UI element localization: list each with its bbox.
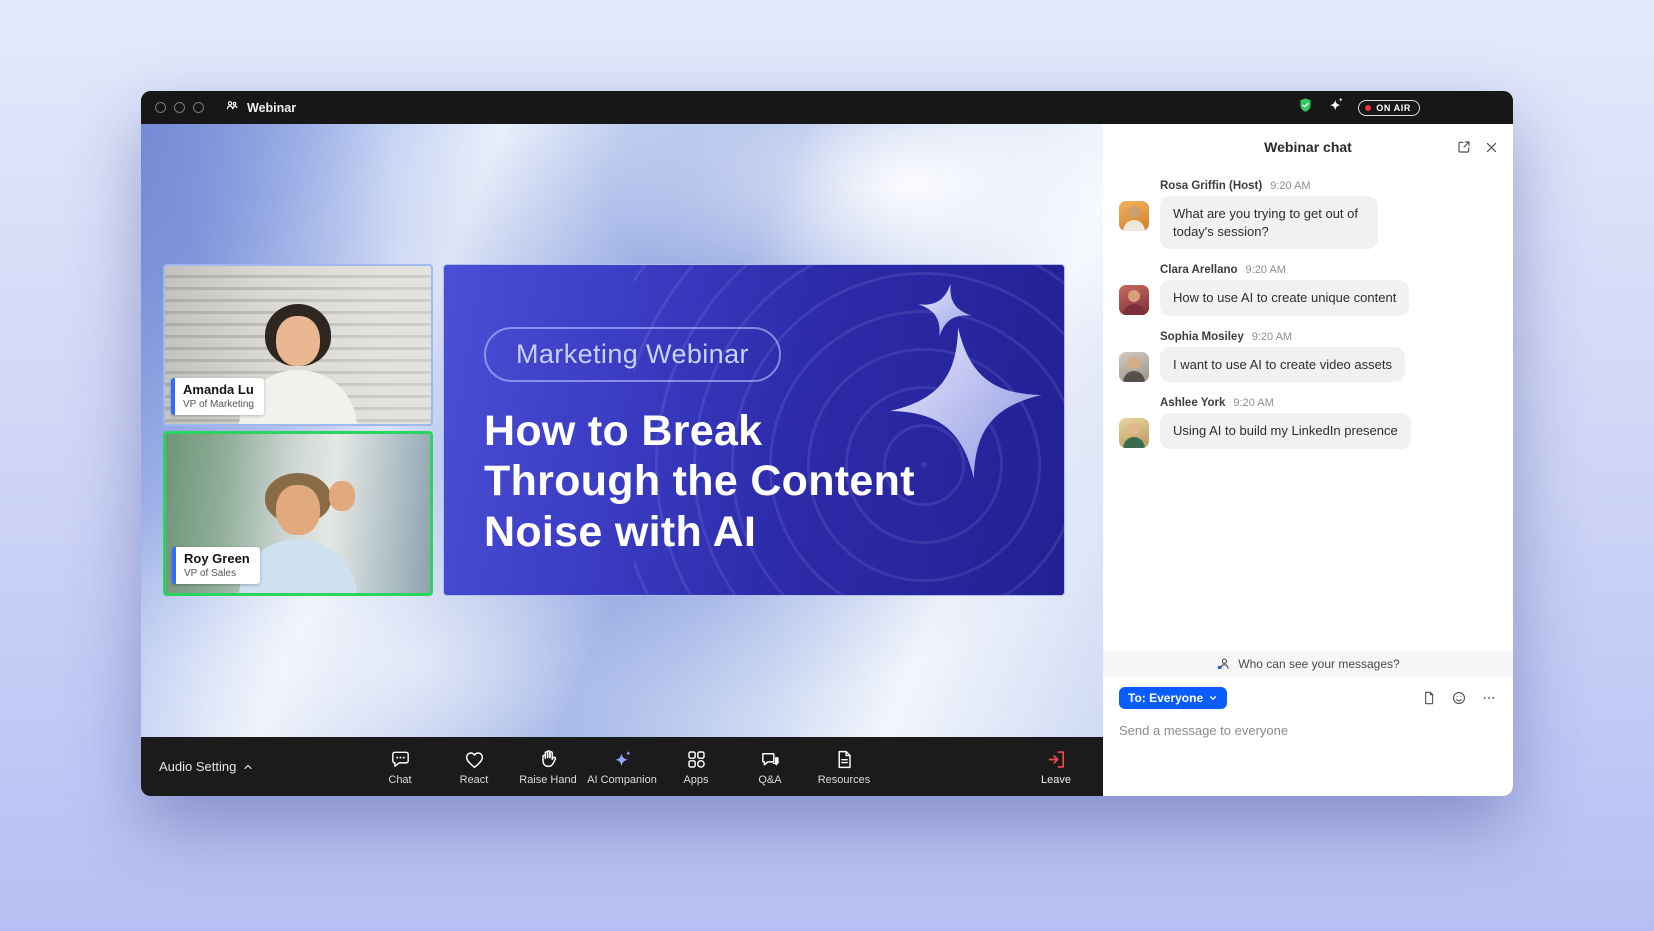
participant-name: Amanda Lu: [183, 383, 254, 398]
participant-nametag: Amanda Lu VP of Marketing: [171, 378, 264, 415]
message-bubble: How to use AI to create unique content: [1160, 280, 1409, 316]
popout-chat-button[interactable]: [1456, 139, 1472, 155]
message-time: 9:20 AM: [1270, 180, 1310, 192]
on-air-label: ON AIR: [1376, 103, 1411, 113]
slide-badge: Marketing Webinar: [484, 327, 781, 382]
chat-message: Clara Arellano 9:20 AM How to use AI to …: [1119, 264, 1497, 316]
react-button-label: React: [460, 774, 489, 786]
qa-bubbles-icon: [759, 748, 782, 771]
chat-panel: Webinar chat: [1103, 124, 1513, 796]
popout-icon: [1456, 139, 1472, 155]
ai-companion-button[interactable]: AI Companion: [585, 748, 659, 786]
webinar-icon: [224, 98, 240, 117]
sender-name: Sophia Mosiley: [1160, 331, 1244, 343]
on-air-dot: [1365, 105, 1371, 111]
minimize-window-button[interactable]: [174, 102, 185, 113]
leave-button-label: Leave: [1041, 774, 1071, 786]
document-icon: [833, 748, 856, 771]
video-stage: Amanda Lu VP of Marketing Roy Green VP o…: [141, 124, 1103, 737]
chevron-up-icon: [242, 761, 254, 773]
ai-companion-button-label: AI Companion: [587, 774, 657, 786]
resources-button[interactable]: Resources: [807, 748, 881, 786]
qa-button[interactable]: Q&A: [733, 748, 807, 786]
message-bubble: What are you trying to get out of today'…: [1160, 196, 1378, 249]
message-time: 9:20 AM: [1252, 331, 1292, 343]
emoji-icon: [1451, 690, 1467, 706]
presentation-slide: Marketing Webinar How to Break Through t…: [443, 264, 1065, 596]
maximize-window-button[interactable]: [193, 102, 204, 113]
audio-setting-label: Audio Setting: [159, 759, 236, 774]
message-input[interactable]: [1119, 709, 1497, 738]
avatar: [1119, 201, 1149, 231]
chat-button-label: Chat: [388, 774, 411, 786]
leave-door-icon: [1045, 748, 1068, 771]
video-tile-amanda[interactable]: Amanda Lu VP of Marketing: [163, 264, 433, 426]
apps-grid-icon: [685, 748, 708, 771]
audio-setting-button[interactable]: Audio Setting: [159, 759, 254, 774]
leave-button[interactable]: Leave: [1026, 748, 1086, 786]
close-icon: [1484, 140, 1499, 155]
raise-hand-button[interactable]: Raise Hand: [511, 748, 585, 786]
participant-role: VP of Sales: [184, 568, 250, 579]
avatar: [1119, 285, 1149, 315]
chat-message: Ashlee York 9:20 AM Using AI to build my…: [1119, 397, 1497, 449]
attach-file-button[interactable]: [1421, 690, 1437, 706]
message-time: 9:20 AM: [1246, 264, 1286, 276]
chat-message: Sophia Mosiley 9:20 AM I want to use AI …: [1119, 331, 1497, 383]
video-tile-roy[interactable]: Roy Green VP of Sales: [163, 431, 433, 596]
heart-icon: [463, 748, 486, 771]
on-air-badge: ON AIR: [1358, 100, 1420, 116]
participant-role: VP of Marketing: [183, 399, 254, 410]
message-bubble: I want to use AI to create video assets: [1160, 347, 1405, 383]
person-icon: [1216, 656, 1232, 672]
chat-bubble-icon: [389, 748, 412, 771]
close-window-button[interactable]: [155, 102, 166, 113]
chevron-down-icon: [1208, 693, 1218, 703]
chat-message: Rosa Griffin (Host) 9:20 AM What are you…: [1119, 180, 1497, 249]
shield-check-icon[interactable]: [1297, 97, 1314, 119]
ai-sparkle-icon[interactable]: [1327, 96, 1345, 119]
react-button[interactable]: React: [437, 748, 511, 786]
ai-sparkle-icon: [611, 748, 634, 771]
raise-hand-button-label: Raise Hand: [519, 774, 576, 786]
resources-button-label: Resources: [818, 774, 871, 786]
participant-name: Roy Green: [184, 552, 250, 567]
message-time: 9:20 AM: [1233, 397, 1273, 409]
raised-hand-icon: [537, 748, 560, 771]
window-title-group: Webinar: [224, 98, 296, 117]
emoji-button[interactable]: [1451, 690, 1467, 706]
window-titlebar: Webinar ON AIR: [141, 91, 1513, 124]
window-title: Webinar: [247, 101, 296, 115]
meeting-toolbar: Audio Setting Chat: [141, 737, 1103, 796]
titlebar-status-icons: ON AIR: [1297, 91, 1420, 124]
message-visibility-link[interactable]: Who can see your messages?: [1103, 651, 1513, 677]
sender-name: Ashlee York: [1160, 397, 1225, 409]
sender-name: Clara Arellano: [1160, 264, 1238, 276]
recipient-selector[interactable]: To: Everyone: [1119, 687, 1227, 709]
apps-button-label: Apps: [683, 774, 708, 786]
chat-message-list: Rosa Griffin (Host) 9:20 AM What are you…: [1103, 170, 1513, 651]
more-options-icon: [1481, 690, 1497, 706]
avatar: [1119, 352, 1149, 382]
recipient-label: To: Everyone: [1128, 691, 1203, 705]
webinar-window: Webinar ON AIR: [141, 91, 1513, 796]
message-bubble: Using AI to build my LinkedIn presence: [1160, 413, 1411, 449]
file-icon: [1421, 690, 1437, 706]
participant-nametag: Roy Green VP of Sales: [172, 547, 260, 584]
sender-name: Rosa Griffin (Host): [1160, 180, 1262, 192]
close-chat-button[interactable]: [1484, 140, 1499, 155]
window-controls: [155, 102, 204, 113]
chat-composer: To: Everyone: [1103, 677, 1513, 796]
toolbar-button-group: Chat React: [363, 748, 881, 786]
apps-button[interactable]: Apps: [659, 748, 733, 786]
chat-button[interactable]: Chat: [363, 748, 437, 786]
chat-header: Webinar chat: [1103, 124, 1513, 170]
slide-title: How to Break Through the Content Noise w…: [484, 406, 1064, 557]
desktop-background: Webinar ON AIR: [0, 0, 1654, 931]
chat-title: Webinar chat: [1264, 139, 1352, 155]
more-options-button[interactable]: [1481, 690, 1497, 706]
avatar: [1119, 418, 1149, 448]
message-visibility-label: Who can see your messages?: [1238, 657, 1399, 671]
qa-button-label: Q&A: [758, 774, 781, 786]
